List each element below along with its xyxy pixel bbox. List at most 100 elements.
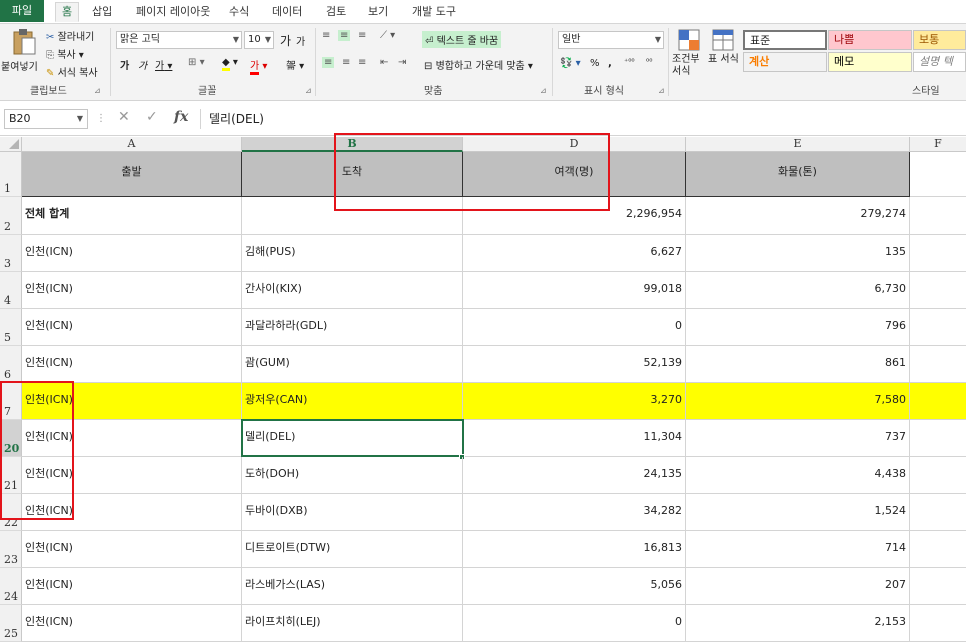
empty-cell[interactable]: [910, 309, 966, 346]
style-calculation[interactable]: 계산: [743, 52, 827, 72]
cell-departure[interactable]: 인천(ICN): [22, 383, 242, 420]
cell-cargo[interactable]: 279,274: [686, 197, 910, 235]
row-header[interactable]: 5: [0, 309, 22, 346]
copy-button[interactable]: ⎘ 복사 ▾: [46, 46, 84, 61]
cell-arrival[interactable]: 라이프치히(LEJ): [242, 605, 463, 642]
cell-departure[interactable]: 인천(ICN): [22, 420, 242, 457]
row-header[interactable]: 25: [0, 605, 22, 642]
cell-passengers[interactable]: 2,296,954: [463, 197, 686, 235]
cell-departure[interactable]: 인천(ICN): [22, 346, 242, 383]
cell-arrival[interactable]: 라스베가스(LAS): [242, 568, 463, 605]
cell-cargo[interactable]: 207: [686, 568, 910, 605]
percent-button[interactable]: %: [590, 58, 600, 69]
cell-passengers[interactable]: 52,139: [463, 346, 686, 383]
tab-data[interactable]: 데이터: [272, 4, 302, 24]
merge-center-button[interactable]: ⊟ 병합하고 가운데 맞춤 ▾: [424, 57, 533, 72]
align-right-button[interactable]: ≡: [358, 57, 366, 68]
fill-color-button[interactable]: ◆ ▾: [222, 57, 238, 71]
cell-passengers[interactable]: 11,304: [463, 420, 686, 457]
column-header-b[interactable]: B: [242, 137, 463, 152]
cell-departure[interactable]: 인천(ICN): [22, 605, 242, 642]
alignment-launcher-icon[interactable]: ⊿: [540, 86, 547, 95]
cell-cargo[interactable]: 861: [686, 346, 910, 383]
row-header[interactable]: 4: [0, 272, 22, 309]
cell-cargo[interactable]: 6,730: [686, 272, 910, 309]
conditional-format-button[interactable]: 조건부 서식: [672, 28, 706, 84]
cell-passengers[interactable]: 24,135: [463, 457, 686, 494]
tab-insert[interactable]: 삽입: [92, 4, 112, 24]
cell-arrival[interactable]: 김해(PUS): [242, 235, 463, 272]
row-header[interactable]: 24: [0, 568, 22, 605]
header-cell-cargo[interactable]: 화물(톤): [686, 152, 910, 197]
cell-cargo[interactable]: 737: [686, 420, 910, 457]
column-header-d[interactable]: D: [463, 137, 686, 152]
column-header-f[interactable]: F: [910, 137, 966, 152]
align-top-button[interactable]: ≡: [322, 30, 330, 41]
cell-passengers[interactable]: 5,056: [463, 568, 686, 605]
font-size-combo[interactable]: 10 ▼: [244, 31, 274, 49]
name-box[interactable]: B20 ▼: [4, 109, 88, 129]
tab-file[interactable]: 파일: [0, 0, 44, 22]
number-format-combo[interactable]: 일반 ▼: [558, 31, 664, 49]
cell-arrival[interactable]: 괌(GUM): [242, 346, 463, 383]
cell-departure[interactable]: 인천(ICN): [22, 531, 242, 568]
cell-arrival[interactable]: 디트로이트(DTW): [242, 531, 463, 568]
row-header[interactable]: 2: [0, 197, 22, 235]
font-grow-button[interactable]: 가: [280, 32, 291, 49]
cell-passengers[interactable]: 99,018: [463, 272, 686, 309]
empty-cell[interactable]: [910, 605, 966, 642]
align-left-button[interactable]: ≡: [322, 57, 335, 68]
cell-cargo[interactable]: 796: [686, 309, 910, 346]
italic-button[interactable]: 가: [138, 57, 147, 72]
phonetic-button[interactable]: 嗧 ▾: [286, 57, 304, 72]
cell-arrival[interactable]: 과달라하라(GDL): [242, 309, 463, 346]
row-header[interactable]: 7: [0, 383, 22, 420]
row-header[interactable]: 1: [0, 152, 22, 197]
row-header[interactable]: 3: [0, 235, 22, 272]
cell-passengers[interactable]: 3,270: [463, 383, 686, 420]
cell-departure[interactable]: 전체 합계: [22, 197, 242, 235]
insert-function-icon[interactable]: fx: [174, 109, 188, 125]
cell-arrival[interactable]: 간사이(KIX): [242, 272, 463, 309]
underline-button[interactable]: 가 ▾: [155, 57, 172, 72]
cell-passengers[interactable]: 16,813: [463, 531, 686, 568]
style-explanatory[interactable]: 설명 텍: [913, 52, 966, 72]
font-color-button[interactable]: 가 ▾: [250, 57, 267, 75]
style-normal[interactable]: 표준: [743, 30, 827, 50]
font-name-combo[interactable]: 맑은 고딕 ▼: [116, 31, 242, 49]
cell-departure[interactable]: 인천(ICN): [22, 494, 242, 531]
row-header[interactable]: 21: [0, 457, 22, 494]
tab-home[interactable]: 홈: [55, 2, 80, 22]
align-middle-button[interactable]: ≡: [338, 30, 351, 41]
clipboard-launcher-icon[interactable]: ⊿: [94, 86, 101, 95]
style-note[interactable]: 메모: [828, 52, 912, 72]
accounting-format-button[interactable]: 💱 ▾: [560, 58, 581, 69]
tab-view[interactable]: 보기: [368, 4, 388, 24]
cell-departure[interactable]: 인천(ICN): [22, 309, 242, 346]
empty-cell[interactable]: [910, 383, 966, 420]
table-format-button[interactable]: 표 서식: [706, 28, 740, 84]
empty-cell[interactable]: [910, 457, 966, 494]
cell-arrival[interactable]: 도하(DOH): [242, 457, 463, 494]
decrease-decimal-button[interactable]: ⁰⁰: [646, 57, 652, 66]
empty-cell[interactable]: [910, 272, 966, 309]
border-button[interactable]: ⊞ ▾: [188, 57, 205, 68]
empty-cell[interactable]: [910, 494, 966, 531]
tab-formulas[interactable]: 수식: [229, 4, 249, 24]
formula-input[interactable]: 델리(DEL): [200, 109, 960, 129]
cell-arrival[interactable]: 델리(DEL): [242, 420, 463, 457]
select-all-button[interactable]: [0, 137, 22, 152]
cell-departure[interactable]: 인천(ICN): [22, 457, 242, 494]
cell-departure[interactable]: 인천(ICN): [22, 272, 242, 309]
cell-passengers[interactable]: 6,627: [463, 235, 686, 272]
style-bad[interactable]: 나쁨: [828, 30, 912, 50]
empty-cell[interactable]: [910, 346, 966, 383]
empty-cell[interactable]: [910, 531, 966, 568]
empty-cell[interactable]: [910, 420, 966, 457]
header-cell-passengers[interactable]: 여객(명): [463, 152, 686, 197]
empty-cell[interactable]: [910, 568, 966, 605]
empty-cell[interactable]: [910, 235, 966, 272]
cell-cargo[interactable]: 1,524: [686, 494, 910, 531]
row-header[interactable]: 23: [0, 531, 22, 568]
wrap-text-button[interactable]: ⏎ 텍스트 줄 바꿈: [422, 31, 502, 48]
